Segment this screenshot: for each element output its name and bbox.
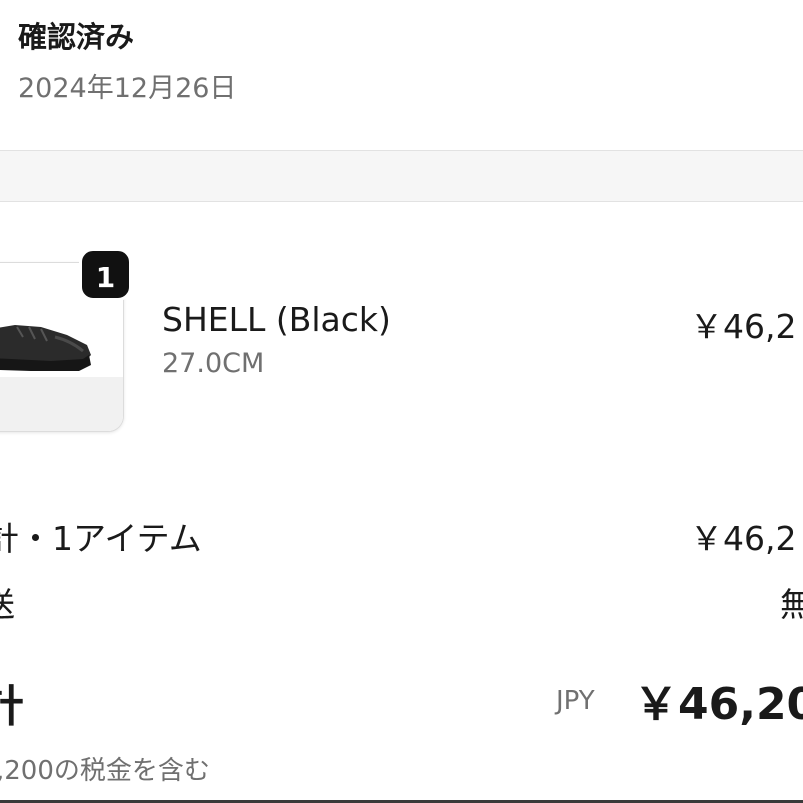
section-divider-band <box>0 150 803 202</box>
subtotal-value: ￥46,2 <box>690 512 803 556</box>
product-variant: 27.0CM <box>162 348 265 379</box>
subtotal-value-text: ￥46,2 <box>690 519 797 556</box>
order-confirmation-page: 確認済み 2024年12月26日 1 SHELL (Black) 27.0CM … <box>0 0 803 803</box>
line-item-price: ￥46,2 <box>690 300 803 344</box>
shoe-product-image-icon <box>0 325 91 371</box>
product-name: SHELL (Black) <box>162 300 391 339</box>
quantity-badge: 1 <box>79 248 132 301</box>
order-date: 2024年12月26日 <box>18 73 237 104</box>
shipping-value-text: 無 <box>780 585 803 622</box>
line-item-price-text: ￥46,2 <box>690 307 797 344</box>
total-currency: JPY <box>556 686 595 716</box>
order-status-title: 確認済み <box>18 20 135 54</box>
subtotal-label: 計・1アイテム <box>0 519 202 558</box>
total-label: 計 <box>0 681 24 732</box>
total-value: ￥46,20 <box>634 668 803 726</box>
total-value-text: ￥46,20 <box>634 679 803 726</box>
tax-note: ,200の税金を含む <box>0 756 210 786</box>
shipping-value: 無 <box>780 578 803 622</box>
thumbnail-floor <box>0 377 123 431</box>
shipping-label: 送 <box>0 578 15 626</box>
